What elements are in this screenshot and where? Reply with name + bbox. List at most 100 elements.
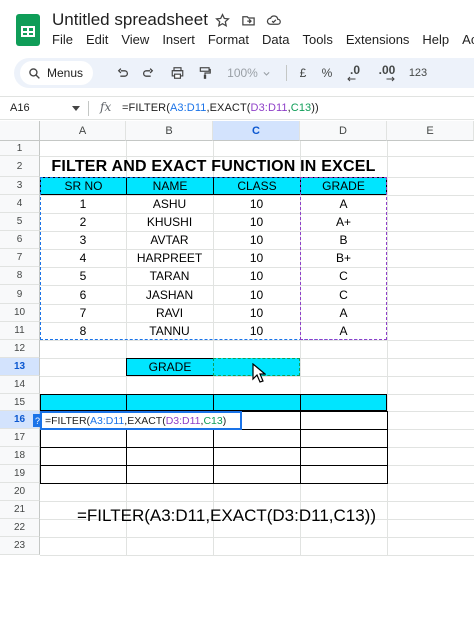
- row-header-3[interactable]: 3: [0, 177, 40, 195]
- row-header-5[interactable]: 5: [0, 213, 40, 231]
- row-header-1[interactable]: 1: [0, 141, 40, 156]
- editor-ref-range2: D3:D11: [165, 414, 201, 427]
- document-title[interactable]: Untitled spreadsheet: [52, 10, 208, 30]
- increase-decimal-button[interactable]: .00: [374, 63, 400, 83]
- editor-ref-range1: A3:D11: [90, 414, 125, 427]
- editor-suffix: ): [222, 414, 227, 427]
- result-cell[interactable]: [300, 429, 388, 448]
- result-header-cell-c[interactable]: [213, 394, 301, 411]
- sheets-logo-icon[interactable]: [16, 14, 40, 46]
- row-header-4[interactable]: 4: [0, 195, 40, 213]
- row-header-22[interactable]: 22: [0, 519, 40, 537]
- formula-bar: A16 fx =FILTER(A3:D11,EXACT(D3:D11,C13)): [0, 96, 474, 120]
- row-header-12[interactable]: 12: [0, 340, 40, 358]
- menu-help[interactable]: Help: [422, 32, 449, 47]
- star-icon[interactable]: [214, 12, 230, 28]
- menu-insert[interactable]: Insert: [162, 32, 195, 47]
- row-header-18[interactable]: 18: [0, 447, 40, 465]
- fx-icon: fx: [100, 100, 112, 114]
- menu-data[interactable]: Data: [262, 32, 289, 47]
- redo-icon[interactable]: [140, 63, 156, 83]
- row-header-2[interactable]: 2: [0, 156, 40, 177]
- formula-prefix: =FILTER(: [122, 102, 170, 114]
- currency-format-button[interactable]: £: [297, 63, 309, 83]
- menu-accessibility[interactable]: Ac: [462, 32, 474, 47]
- paint-format-icon[interactable]: [196, 63, 214, 83]
- formula-bar-divider: [88, 101, 89, 116]
- decrease-decimal-label: .0: [349, 63, 360, 77]
- editor-prefix: =FILTER(: [45, 414, 91, 427]
- result-cell[interactable]: [300, 447, 388, 466]
- menu-view[interactable]: View: [121, 32, 149, 47]
- result-cell[interactable]: [213, 447, 301, 466]
- result-cell[interactable]: [300, 465, 388, 484]
- zoom-select[interactable]: 100%: [224, 63, 274, 83]
- formula-mid: ,EXACT(: [206, 102, 251, 114]
- row-header-15[interactable]: 15: [0, 394, 40, 411]
- column-header-a[interactable]: A: [40, 121, 126, 141]
- result-cell[interactable]: [40, 465, 127, 484]
- search-menus-button[interactable]: Menus: [20, 61, 94, 85]
- column-header-e[interactable]: E: [387, 121, 474, 141]
- result-cell[interactable]: [126, 465, 214, 484]
- row-header-11[interactable]: 11: [0, 322, 40, 340]
- editor-ref-cell: C13: [203, 414, 223, 427]
- column-header-d[interactable]: D: [300, 121, 387, 141]
- menu-file[interactable]: File: [52, 32, 73, 47]
- formula-help-badge[interactable]: ?: [33, 414, 42, 427]
- name-box[interactable]: A16: [10, 102, 30, 114]
- result-header-cell-b[interactable]: [126, 394, 214, 411]
- row-header-6[interactable]: 6: [0, 231, 40, 249]
- percent-label: %: [321, 66, 333, 80]
- result-header-cell-a[interactable]: [40, 394, 127, 411]
- column-header-b[interactable]: B: [126, 121, 213, 141]
- row-header-19[interactable]: 19: [0, 465, 40, 483]
- cloud-status-icon[interactable]: [266, 12, 282, 28]
- row-header-14[interactable]: 14: [0, 376, 40, 394]
- result-cell[interactable]: [126, 447, 214, 466]
- number-format-button[interactable]: 123: [406, 63, 430, 83]
- row-header-7[interactable]: 7: [0, 249, 40, 267]
- menu-tools[interactable]: Tools: [302, 32, 332, 47]
- toolbar: Menus 100% £ % .0 .00 123: [14, 58, 474, 88]
- result-cell[interactable]: [213, 429, 301, 448]
- select-all-corner[interactable]: [0, 121, 40, 141]
- row-header-23[interactable]: 23: [0, 537, 40, 555]
- move-folder-icon[interactable]: [240, 12, 256, 28]
- grade-label-cell[interactable]: GRADE: [126, 358, 214, 376]
- decrease-decimal-button[interactable]: .0: [344, 63, 366, 83]
- formula-ref-range2: D3:D11: [250, 102, 288, 114]
- currency-label: £: [299, 66, 307, 80]
- row-header-8[interactable]: 8: [0, 267, 40, 285]
- sheet-title-cell[interactable]: FILTER AND EXACT FUNCTION IN EXCEL: [40, 156, 387, 177]
- row-header-9[interactable]: 9: [0, 285, 40, 304]
- print-icon[interactable]: [168, 63, 186, 83]
- result-cell[interactable]: [213, 465, 301, 484]
- row-header-20[interactable]: 20: [0, 483, 40, 501]
- result-header-cell-d[interactable]: [300, 394, 387, 411]
- row-header-10[interactable]: 10: [0, 304, 40, 322]
- result-cell[interactable]: [300, 411, 388, 430]
- arrow-right-icon: [386, 76, 395, 82]
- name-box-dropdown-icon[interactable]: [72, 106, 80, 111]
- mouse-cursor-icon: [252, 363, 266, 383]
- formula-ref-cell: C13: [290, 102, 312, 114]
- result-cell[interactable]: [40, 447, 127, 466]
- row-header-21[interactable]: 21: [0, 501, 40, 519]
- number-format-label: 123: [408, 67, 428, 79]
- undo-icon[interactable]: [114, 63, 130, 83]
- result-cell[interactable]: [40, 429, 127, 448]
- menu-format[interactable]: Format: [208, 32, 249, 47]
- menu-extensions[interactable]: Extensions: [346, 32, 410, 47]
- result-cell[interactable]: [126, 429, 214, 448]
- percent-format-button[interactable]: %: [320, 63, 334, 83]
- row-header-17[interactable]: 17: [0, 429, 40, 447]
- active-cell-editor[interactable]: =FILTER(A3:D11 ,EXACT(D3:D11, C13): [40, 411, 242, 430]
- formula-input[interactable]: =FILTER(A3:D11,EXACT(D3:D11,C13)): [122, 102, 319, 114]
- menu-edit[interactable]: Edit: [86, 32, 108, 47]
- column-header-c[interactable]: C: [213, 121, 300, 141]
- menus-label: Menus: [47, 66, 84, 80]
- menu-bar: File Edit View Insert Format Data Tools …: [52, 32, 474, 47]
- editor-mid: ,EXACT(: [124, 414, 166, 427]
- row-header-13[interactable]: 13: [0, 358, 40, 376]
